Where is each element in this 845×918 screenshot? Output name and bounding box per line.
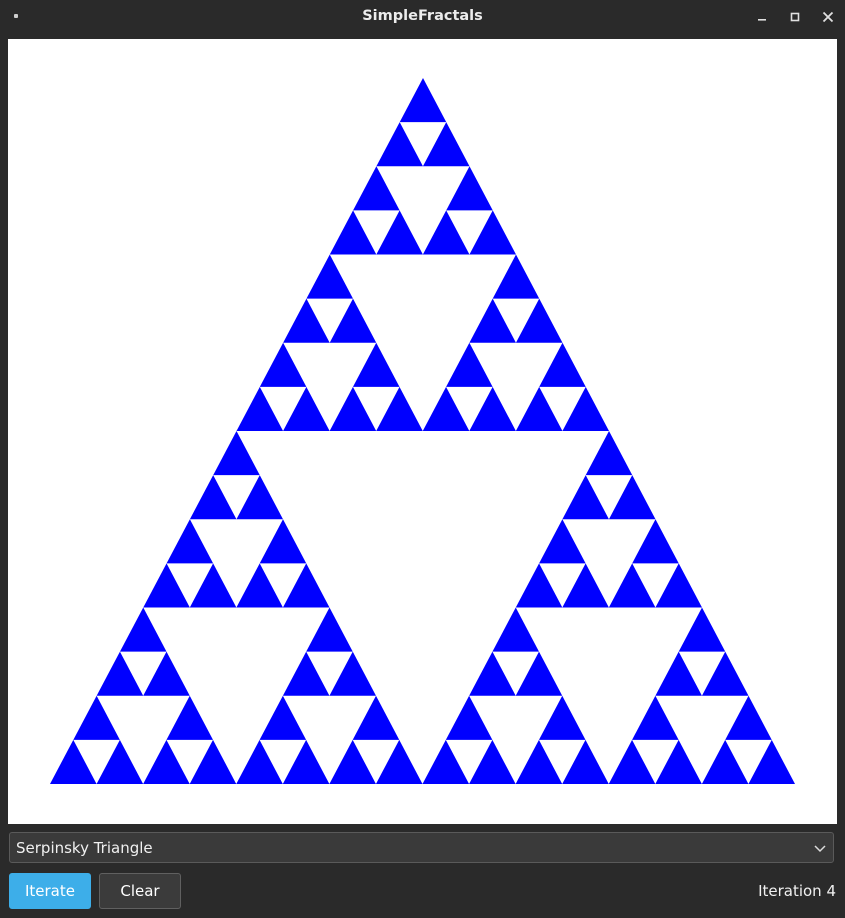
- fractal-triangle: [329, 651, 376, 696]
- fractal-triangle: [282, 739, 330, 784]
- fractal-triangle: [283, 386, 330, 431]
- fractal-triangle: [422, 386, 470, 431]
- fractal-triangle: [492, 607, 539, 652]
- iterate-button[interactable]: Iterate: [9, 873, 91, 909]
- fractal-triangle: [678, 607, 726, 652]
- fractal-triangle: [446, 342, 493, 387]
- fractal-triangle: [50, 739, 97, 784]
- fractal-triangle: [422, 210, 470, 255]
- fractal-triangle: [515, 386, 563, 431]
- fractal-triangle: [538, 695, 586, 740]
- fractal-triangle: [725, 695, 772, 740]
- chevron-down-icon: [814, 845, 826, 853]
- fractal-triangle: [562, 563, 609, 608]
- fractal-triangle: [166, 519, 214, 564]
- fractal-triangle: [236, 475, 283, 520]
- fractal-type-value: Serpinsky Triangle: [16, 839, 153, 857]
- fractal-triangle: [189, 563, 237, 608]
- fractal-triangle: [353, 166, 400, 211]
- close-icon: [822, 11, 834, 23]
- fractal-type-select[interactable]: Serpinsky Triangle: [9, 832, 834, 863]
- fractal-triangle: [73, 695, 120, 740]
- fractal-triangle: [446, 166, 493, 211]
- fractal-triangle: [96, 651, 144, 696]
- fractal-triangle: [329, 386, 377, 431]
- fractal-triangle: [445, 695, 493, 740]
- fractal-triangle: [701, 651, 749, 696]
- fractal-triangle: [213, 431, 260, 476]
- fractal-triangle: [189, 475, 237, 520]
- fractal-triangle: [655, 739, 702, 784]
- iteration-status: Iteration 4: [758, 882, 836, 900]
- fractal-triangle: [306, 254, 353, 299]
- fractal-triangle: [143, 563, 190, 608]
- fractal-triangle: [469, 739, 516, 784]
- fractal-triangle: [236, 563, 283, 608]
- fractal-triangle: [515, 298, 563, 343]
- fractal-triangle: [119, 607, 167, 652]
- fractal-triangle: [539, 519, 586, 564]
- fractal-triangle: [376, 210, 423, 255]
- fractal-triangle: [376, 122, 423, 167]
- fractal-triangle: [701, 739, 749, 784]
- fractal-triangle: [259, 519, 307, 564]
- window-title: SimpleFractals: [362, 8, 483, 24]
- fractal-triangle: [283, 298, 330, 343]
- fractal-triangle: [259, 342, 307, 387]
- fractal-triangle: [189, 739, 237, 784]
- fractal-triangle: [655, 563, 702, 608]
- fractal-triangle: [166, 695, 213, 740]
- fractal-triangle: [632, 695, 679, 740]
- fractal-triangle: [492, 254, 540, 299]
- sierpinski-triangle: [50, 78, 795, 784]
- fractal-triangle: [655, 651, 702, 696]
- fractal-triangle: [306, 607, 353, 652]
- fractal-triangle: [282, 563, 330, 608]
- fractal-triangle: [236, 739, 283, 784]
- fractal-triangle: [562, 739, 609, 784]
- fractal-triangle: [329, 298, 377, 343]
- fractal-triangle: [562, 475, 609, 520]
- fractal-triangle: [352, 342, 400, 387]
- fractal-triangle: [748, 739, 795, 784]
- fractal-triangle: [143, 739, 190, 784]
- fractal-triangle: [399, 78, 447, 123]
- fractal-triangle: [608, 563, 656, 608]
- minimize-button[interactable]: [751, 6, 773, 28]
- fractal-triangle: [259, 695, 307, 740]
- close-button[interactable]: [817, 6, 839, 28]
- fractal-triangle: [469, 298, 516, 343]
- fractal-triangle: [376, 386, 423, 431]
- fractal-triangle: [143, 651, 190, 696]
- fractal-triangle: [562, 386, 609, 431]
- fractal-triangle: [632, 519, 679, 564]
- fractal-triangle: [608, 475, 656, 520]
- fractal-triangle: [329, 210, 377, 255]
- fractal-triangle: [329, 739, 376, 784]
- fractal-triangle: [469, 210, 516, 255]
- fractal-triangle: [515, 739, 563, 784]
- fractal-triangle: [469, 651, 516, 696]
- fractal-triangle: [352, 695, 400, 740]
- fractal-triangle: [585, 431, 633, 476]
- fractal-triangle: [422, 739, 470, 784]
- minimize-icon: [758, 19, 766, 21]
- fractal-triangle: [608, 739, 656, 784]
- fractal-triangle: [96, 739, 144, 784]
- maximize-button[interactable]: [784, 6, 806, 28]
- fractal-triangle: [236, 386, 284, 431]
- title-bar: SimpleFractals: [0, 0, 845, 33]
- maximize-icon: [790, 12, 800, 22]
- fractal-triangle: [515, 651, 563, 696]
- fractal-triangle: [282, 651, 330, 696]
- fractal-triangle: [515, 563, 563, 608]
- fractal-triangle: [469, 386, 516, 431]
- fractal-canvas[interactable]: [8, 39, 837, 824]
- fractal-triangle: [422, 122, 470, 167]
- fractal-triangle: [375, 739, 423, 784]
- clear-button[interactable]: Clear: [99, 873, 181, 909]
- fractal-triangle: [539, 342, 586, 387]
